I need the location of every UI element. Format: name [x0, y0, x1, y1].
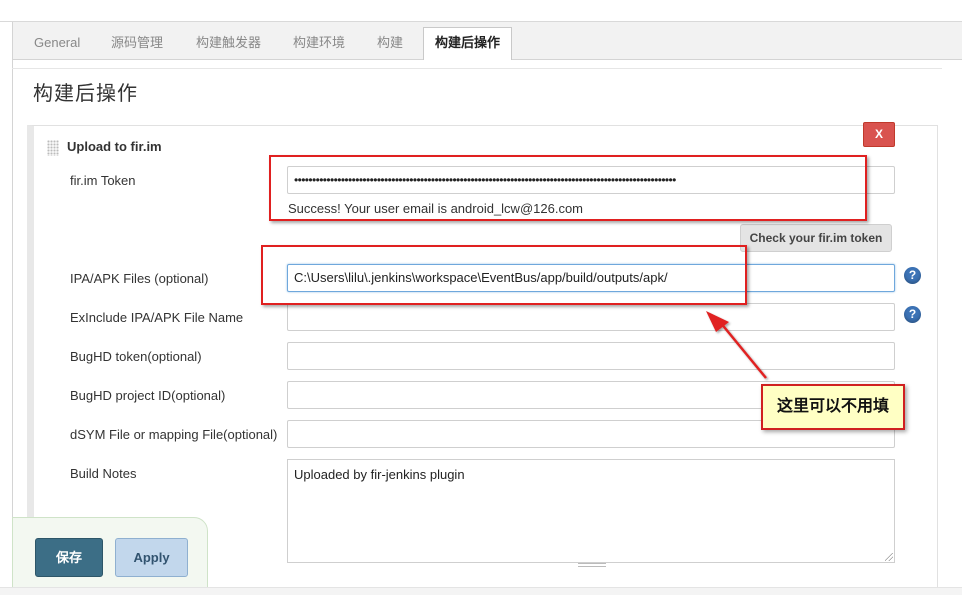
apply-button[interactable]: Apply [115, 538, 188, 577]
bughd-project-label: BugHD project ID(optional) [70, 388, 226, 403]
tab-build-environment[interactable]: 构建环境 [293, 28, 345, 60]
ipa-apk-files-label: IPA/APK Files (optional) [70, 271, 209, 286]
tab-build-triggers[interactable]: 构建触发器 [196, 28, 261, 60]
tab-general[interactable]: General [34, 28, 80, 60]
tab-post-build-actions[interactable]: 构建后操作 [423, 27, 513, 61]
dsym-label: dSYM File or mapping File(optional) [70, 427, 278, 442]
tab-build[interactable]: 构建 [377, 28, 403, 60]
annotation-callout: 这里可以不用填 [761, 384, 905, 430]
tab-source-management[interactable]: 源码管理 [111, 28, 163, 60]
bughd-token-input[interactable] [287, 342, 895, 370]
config-tabbar: General 源码管理 构建触发器 构建环境 构建 构建后操作 [12, 22, 962, 61]
bottom-strip [0, 587, 962, 595]
exinclude-input[interactable] [287, 303, 895, 331]
section-title: 构建后操作 [33, 83, 138, 105]
help-icon[interactable]: ? [904, 267, 921, 284]
textarea-expand-handle[interactable] [578, 563, 606, 567]
build-notes-label: Build Notes [70, 466, 137, 481]
check-token-button[interactable]: Check your fir.im token [740, 224, 892, 252]
panel-heading: Upload to fir.im [67, 139, 162, 154]
save-button[interactable]: 保存 [35, 538, 103, 577]
drag-handle-icon[interactable] [47, 140, 59, 156]
exinclude-label: ExInclude IPA/APK File Name [70, 310, 244, 325]
annotation-files-box [261, 245, 747, 305]
title-divider [12, 68, 942, 69]
annotation-token-box [269, 155, 867, 221]
delete-step-button[interactable]: X [863, 122, 895, 147]
bughd-token-label: BugHD token(optional) [70, 349, 202, 364]
resize-grip-icon[interactable] [885, 553, 893, 561]
token-label: fir.im Token [70, 173, 136, 188]
build-notes-text: Uploaded by fir-jenkins plugin [294, 467, 465, 482]
left-gutter [0, 22, 12, 595]
top-strip [0, 0, 962, 22]
build-notes-textarea[interactable]: Uploaded by fir-jenkins plugin [287, 459, 895, 563]
help-icon[interactable]: ? [904, 306, 921, 323]
